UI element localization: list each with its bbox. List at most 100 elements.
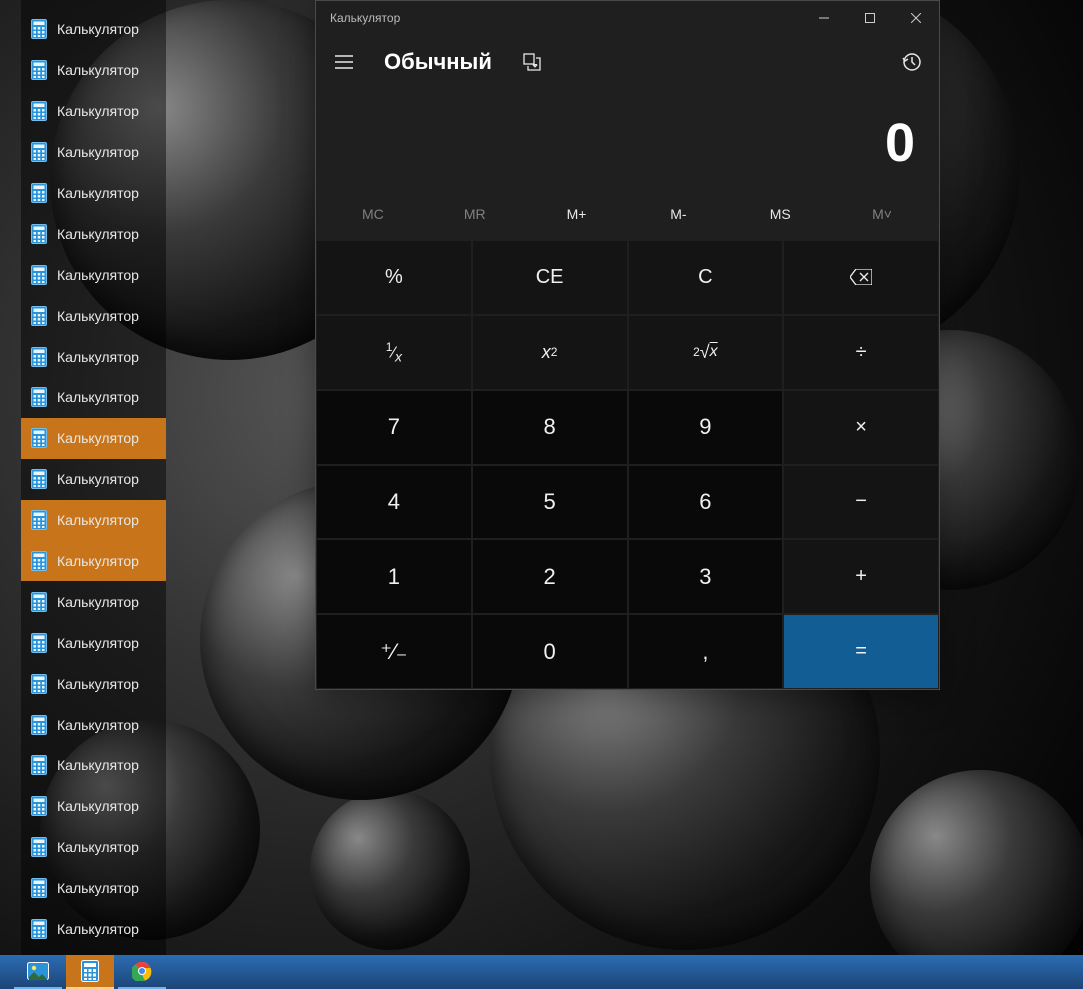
memory-clear-button[interactable]: MC [322,196,424,232]
window-list-item[interactable]: Калькулятор [21,745,166,786]
window-list-item[interactable]: Калькулятор [21,173,166,214]
calculator-icon [31,510,47,530]
memory-store-button[interactable]: MS [729,196,831,232]
clear-button[interactable]: C [629,241,783,314]
calculator-icon [31,755,47,775]
window-list-item[interactable]: Калькулятор [21,91,166,132]
memory-row: MC MR M+ M- MS M˅ [316,196,939,240]
nine-button[interactable]: 9 [629,391,783,464]
close-button[interactable] [893,1,939,34]
window-list-item-label: Калькулятор [57,267,139,283]
window-list-item[interactable]: Калькулятор [21,909,166,950]
plus-button[interactable]: + [784,540,938,613]
calculator-icon [31,469,47,489]
calculator-icon [31,878,47,898]
window-list-item[interactable]: Калькулятор [21,213,166,254]
window-list-item-label: Калькулятор [57,839,139,855]
window-list-item-label: Калькулятор [57,880,139,896]
calculator-icon [31,919,47,939]
one-button[interactable]: 1 [317,540,471,613]
maximize-button[interactable] [847,1,893,34]
calculator-icon [31,551,47,571]
window-list-item[interactable]: Калькулятор [21,663,166,704]
window-list-item-label: Калькулятор [57,717,139,733]
window-list-item-label: Калькулятор [57,512,139,528]
calculator-icon [31,592,47,612]
window-list: КалькуляторКалькуляторКалькуляторКалькул… [21,0,166,958]
sqrt-button[interactable]: 2√x [629,316,783,389]
window-list-item[interactable]: Калькулятор [21,704,166,745]
history-button[interactable] [891,42,931,82]
memory-recall-button[interactable]: MR [424,196,526,232]
title-bar[interactable]: Калькулятор [316,1,939,34]
four-button[interactable]: 4 [317,466,471,539]
two-button[interactable]: 2 [473,540,627,613]
calculator-icon [31,19,47,39]
window-list-item-label: Калькулятор [57,21,139,37]
memory-plus-button[interactable]: M+ [526,196,628,232]
wallpaper-sphere [310,790,470,950]
calculator-icon [31,428,47,448]
window-list-item[interactable]: Калькулятор [21,377,166,418]
six-button[interactable]: 6 [629,466,783,539]
eight-button[interactable]: 8 [473,391,627,464]
reciprocal-button[interactable]: 1⁄x [317,316,471,389]
window-list-item[interactable]: Калькулятор [21,132,166,173]
percent-button[interactable]: % [317,241,471,314]
calculator-icon [31,224,47,244]
seven-button[interactable]: 7 [317,391,471,464]
window-list-item[interactable]: Калькулятор [21,827,166,868]
window-list-item[interactable]: Калькулятор [21,50,166,91]
window-list-item[interactable]: Калькулятор [21,581,166,622]
multiply-button[interactable]: × [784,391,938,464]
divide-button[interactable]: ÷ [784,316,938,389]
calculator-icon [31,674,47,694]
negate-button[interactable]: ⁺⁄₋ [317,615,471,688]
taskbar [0,955,1083,989]
calculator-icon [31,347,47,367]
keep-on-top-button[interactable] [512,42,552,82]
window-list-item[interactable]: Калькулятор [21,868,166,909]
window-list-item[interactable]: Калькулятор [21,500,166,541]
window-list-item[interactable]: Калькулятор [21,622,166,663]
window-list-item-label: Калькулятор [57,676,139,692]
window-list-item[interactable]: Калькулятор [21,786,166,827]
desktop: КалькуляторКалькуляторКалькуляторКалькул… [0,0,1083,989]
calculator-icon [31,837,47,857]
window-list-item-label: Калькулятор [57,798,139,814]
window-list-item[interactable]: Калькулятор [21,254,166,295]
memory-list-button[interactable]: M˅ [831,196,933,232]
decimal-button[interactable]: , [629,615,783,688]
backspace-button[interactable] [784,241,938,314]
taskbar-calculator-button[interactable] [66,955,114,989]
window-list-item-label: Калькулятор [57,594,139,610]
window-list-item[interactable]: Калькулятор [21,459,166,500]
window-list-item[interactable]: Калькулятор [21,295,166,336]
clear-entry-button[interactable]: CE [473,241,627,314]
calculator-icon [31,60,47,80]
zero-button[interactable]: 0 [473,615,627,688]
window-list-item-label: Калькулятор [57,308,139,324]
window-list-item[interactable]: Калькулятор [21,336,166,377]
window-list-item-label: Калькулятор [57,226,139,242]
five-button[interactable]: 5 [473,466,627,539]
minus-button[interactable]: − [784,466,938,539]
window-list-item[interactable]: Калькулятор [21,418,166,459]
window-list-item[interactable]: Калькулятор [21,9,166,50]
memory-minus-button[interactable]: M- [627,196,729,232]
calculator-window: Калькулятор Обычный [315,0,940,690]
calculator-icon [31,715,47,735]
square-button[interactable]: x2 [473,316,627,389]
minimize-button[interactable] [801,1,847,34]
taskbar-photos-button[interactable] [14,955,62,989]
three-button[interactable]: 3 [629,540,783,613]
equals-button[interactable]: = [784,615,938,688]
taskbar-chrome-button[interactable] [118,955,166,989]
window-list-item[interactable]: Калькулятор [21,541,166,582]
window-list-item-label: Калькулятор [57,471,139,487]
toolbar: Обычный [316,34,939,90]
calculator-icon [31,101,47,121]
nav-button[interactable] [324,42,364,82]
window-list-item-label: Калькулятор [57,430,139,446]
window-list-item-label: Калькулятор [57,389,139,405]
